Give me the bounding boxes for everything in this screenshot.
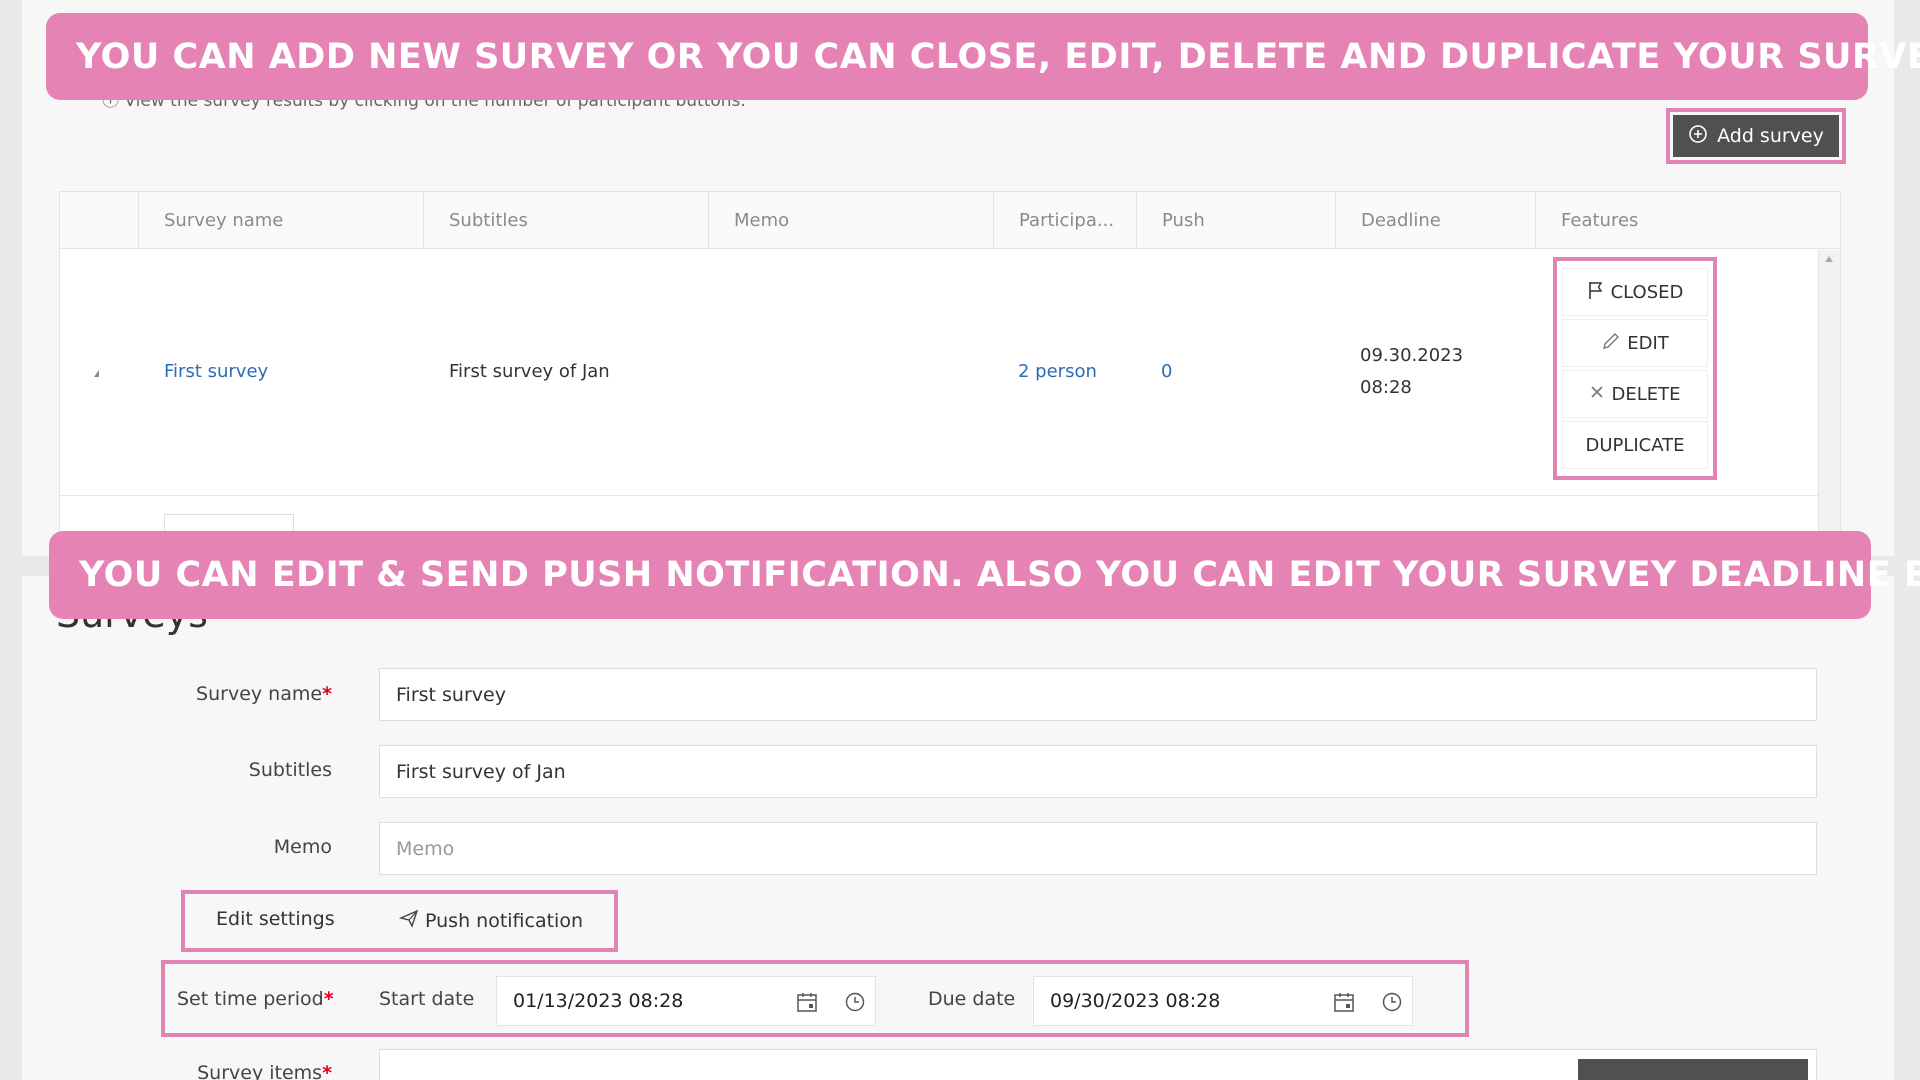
calendar-icon[interactable]	[1331, 989, 1357, 1015]
clock-icon[interactable]	[842, 989, 868, 1015]
instruction-banner-middle: YOU CAN EDIT & SEND PUSH NOTIFICATION. A…	[49, 531, 1920, 619]
closed-label: CLOSED	[1610, 281, 1684, 303]
row-expand-icon[interactable]	[94, 370, 99, 377]
survey-subtitles-cell: First survey of Jan	[449, 361, 610, 382]
add-survey-highlight: Add survey	[1666, 108, 1846, 164]
clock-icon[interactable]	[1379, 989, 1405, 1015]
survey-name-link[interactable]: First survey	[164, 361, 268, 382]
scroll-up-icon[interactable]	[1825, 256, 1833, 262]
send-icon	[398, 908, 419, 933]
add-survey-label: Add survey	[1717, 125, 1824, 147]
tab-push-notification[interactable]: Push notification	[398, 908, 583, 933]
tab-edit-settings[interactable]: Edit settings	[216, 908, 335, 930]
column-header-subtitles[interactable]: Subtitles	[423, 192, 708, 249]
participants-link[interactable]: 2 person	[1018, 361, 1097, 382]
tab-push-notification-label: Push notification	[425, 909, 583, 932]
duplicate-survey-button[interactable]: DUPLICATE	[1563, 422, 1707, 468]
due-date-field	[1033, 976, 1413, 1026]
deadline-time: 08:28	[1360, 377, 1412, 398]
due-date-label: Due date	[928, 988, 1016, 1010]
delete-label: DELETE	[1611, 383, 1681, 405]
subtitles-label: Subtitles	[248, 759, 332, 781]
survey-items-label: Survey items*	[102, 1062, 332, 1080]
delete-survey-button[interactable]: DELETE	[1563, 371, 1707, 417]
add-item-button[interactable]	[1578, 1059, 1808, 1080]
add-survey-button[interactable]: Add survey	[1673, 115, 1839, 157]
instruction-banner-top: YOU CAN ADD NEW SURVEY OR YOU CAN CLOSE,…	[46, 13, 1920, 100]
features-highlight: CLOSED EDIT DELETE DUPLICATE	[1553, 257, 1717, 480]
edit-tabs-highlight: Edit settings Push notification	[181, 890, 618, 952]
close-survey-button[interactable]: CLOSED	[1563, 269, 1707, 315]
subtitles-input[interactable]	[379, 745, 1817, 798]
required-mark: *	[322, 683, 332, 705]
table-scrollbar[interactable]	[1818, 250, 1840, 555]
time-period-label: Set time period*	[177, 988, 334, 1010]
required-mark: *	[322, 1062, 332, 1080]
start-date-field	[496, 976, 876, 1026]
plus-circle-icon	[1688, 124, 1708, 149]
column-header-features[interactable]: Features	[1535, 192, 1821, 249]
column-header-survey-name[interactable]: Survey name	[138, 192, 423, 249]
tab-edit-settings-label: Edit settings	[216, 908, 335, 930]
duplicate-label: DUPLICATE	[1585, 434, 1685, 456]
pencil-icon	[1601, 331, 1621, 356]
survey-name-input[interactable]	[379, 668, 1817, 721]
flag-icon	[1587, 280, 1605, 305]
table-header: Survey name Subtitles Memo Participa... …	[60, 192, 1840, 249]
deadline-date: 09.30.2023	[1360, 345, 1464, 366]
required-mark: *	[323, 988, 334, 1010]
close-icon	[1589, 384, 1605, 405]
start-date-input[interactable]	[497, 977, 787, 1025]
due-date-input[interactable]	[1034, 977, 1324, 1025]
column-header-memo[interactable]: Memo	[708, 192, 993, 249]
column-header-participants[interactable]: Participa...	[993, 192, 1136, 249]
memo-label: Memo	[273, 836, 332, 858]
survey-name-label: Survey name*	[196, 683, 332, 705]
memo-input[interactable]	[379, 822, 1817, 875]
edit-label: EDIT	[1627, 332, 1669, 354]
start-date-label: Start date	[379, 988, 475, 1010]
column-header-expander	[60, 192, 138, 249]
edit-survey-button[interactable]: EDIT	[1563, 320, 1707, 366]
push-count-link[interactable]: 0	[1161, 361, 1172, 382]
time-period-highlight: Set time period* Start date Due date	[161, 960, 1469, 1037]
column-header-push[interactable]: Push	[1136, 192, 1335, 249]
column-header-deadline[interactable]: Deadline	[1335, 192, 1535, 249]
calendar-icon[interactable]	[794, 989, 820, 1015]
